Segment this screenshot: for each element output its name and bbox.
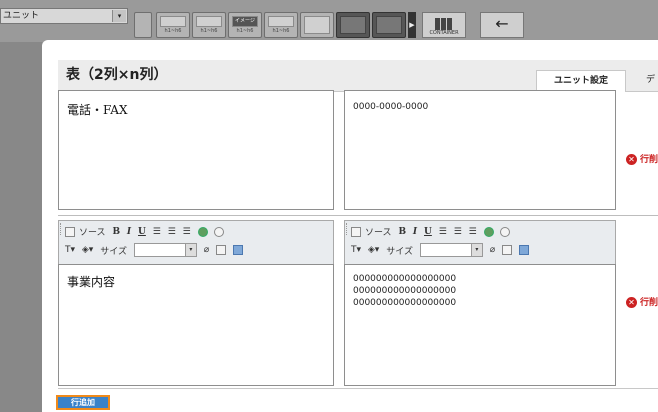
source-icon[interactable]: [65, 226, 75, 237]
size-label: サイズ: [386, 246, 413, 257]
close-icon: ✕: [626, 154, 637, 165]
row2-right-line: 000000000000000000: [353, 286, 457, 296]
heading-button-1[interactable]: h1~h6: [156, 12, 190, 38]
unit-select-value: ユニット: [3, 11, 40, 21]
bg-color-icon[interactable]: ◈▾: [368, 245, 379, 255]
heading-button-2[interactable]: h1~h6: [192, 12, 226, 38]
delete-label: 行削: [640, 298, 658, 308]
heading-label: h1~h6: [200, 28, 218, 34]
row2-delete-button[interactable]: ✕ 行削: [626, 295, 658, 308]
link-icon[interactable]: [483, 226, 494, 237]
heading-button-4[interactable]: h1~h6: [264, 12, 298, 38]
back-arrow-button[interactable]: ←: [480, 12, 524, 38]
chevron-down-icon: ▾: [112, 10, 126, 22]
image-icon[interactable]: [232, 245, 243, 255]
align-left-icon[interactable]: ☰: [439, 227, 447, 237]
row1-delete-button[interactable]: ✕ 行削: [626, 152, 658, 165]
panel-title: 表（2列×n列）: [66, 67, 168, 83]
row2-right-line: 000000000000000000: [353, 274, 457, 284]
heading-label: h1~h6: [164, 28, 182, 34]
editor-toolbar-left: ソース B I U ☰ ☰ ☰ T▾ ◈▾ サイズ ▾ ⌀: [58, 220, 334, 264]
row1-left-cell[interactable]: 電話・FAX: [58, 90, 334, 210]
source-button[interactable]: ソース: [365, 225, 392, 238]
unit-select[interactable]: ユニット ▾: [0, 8, 128, 24]
row1-right-text: 0000-0000-0000: [353, 102, 429, 112]
delete-label: 行削: [640, 155, 658, 165]
left-gutter: [0, 42, 42, 412]
bold-button[interactable]: B: [398, 227, 406, 237]
row2-right-cell[interactable]: 000000000000000000 000000000000000000 00…: [344, 264, 616, 386]
size-label: サイズ: [100, 246, 127, 257]
footer-divider: [58, 388, 658, 389]
bold-button[interactable]: B: [112, 227, 120, 237]
chevron-down-icon[interactable]: ▾: [184, 243, 197, 257]
toolbar-grip: [346, 223, 349, 235]
align-right-icon[interactable]: ☰: [183, 227, 191, 237]
row1-left-text: 電話・FAX: [67, 103, 128, 117]
row-divider: [58, 215, 658, 216]
underline-button[interactable]: U: [138, 227, 146, 237]
container-label: CONTAINER: [429, 30, 459, 36]
source-icon[interactable]: [351, 226, 361, 237]
tab-next[interactable]: デ: [646, 70, 658, 91]
container-button[interactable]: CONTAINER: [422, 12, 466, 38]
close-icon: ✕: [626, 297, 637, 308]
italic-button[interactable]: I: [413, 227, 417, 237]
table-icon[interactable]: [216, 245, 226, 255]
italic-button[interactable]: I: [127, 227, 131, 237]
heading-label: h1~h6: [236, 28, 254, 34]
table-button[interactable]: [300, 12, 334, 38]
align-left-icon[interactable]: ☰: [153, 227, 161, 237]
editor-toolbar-right: ソース B I U ☰ ☰ ☰ T▾ ◈▾ サイズ ▾ ⌀: [344, 220, 616, 264]
image-button[interactable]: イメージ h1~h6: [228, 12, 262, 38]
size-input[interactable]: [133, 243, 186, 257]
row2-right-line: 000000000000000000: [353, 298, 457, 308]
align-right-icon[interactable]: ☰: [469, 227, 477, 237]
align-center-icon[interactable]: ☰: [454, 227, 462, 237]
chevron-down-icon[interactable]: ▾: [470, 243, 483, 257]
unlink-icon[interactable]: [214, 226, 225, 237]
bg-color-icon[interactable]: ◈▾: [82, 245, 93, 255]
table-icon[interactable]: [502, 245, 512, 255]
link-icon[interactable]: [197, 226, 208, 237]
play-arrow-icon: ▶: [408, 12, 416, 38]
add-row-button[interactable]: 行追加: [56, 395, 110, 410]
row2-left-cell[interactable]: 事業内容: [58, 264, 334, 386]
row2-left-text: 事業内容: [67, 275, 116, 289]
text-color-icon[interactable]: T▾: [351, 245, 361, 255]
align-center-icon[interactable]: ☰: [168, 227, 176, 237]
eraser-icon[interactable]: ⌀: [490, 245, 495, 255]
heading-label: h1~h6: [272, 28, 290, 34]
underline-button[interactable]: U: [424, 227, 432, 237]
block-button-2[interactable]: [372, 12, 406, 38]
text-color-icon[interactable]: T▾: [65, 245, 75, 255]
toolbar-grip: [60, 223, 63, 235]
image-badge: イメージ: [232, 16, 258, 27]
toolbar-handle: [134, 12, 152, 38]
eraser-icon[interactable]: ⌀: [204, 245, 209, 255]
size-input[interactable]: [419, 243, 472, 257]
tab-unit-settings[interactable]: ユニット設定: [536, 70, 626, 92]
image-icon[interactable]: [518, 245, 529, 255]
unlink-icon[interactable]: [500, 226, 511, 237]
source-button[interactable]: ソース: [79, 225, 106, 238]
block-button[interactable]: [336, 12, 370, 38]
row1-right-cell[interactable]: 0000-0000-0000: [344, 90, 616, 210]
